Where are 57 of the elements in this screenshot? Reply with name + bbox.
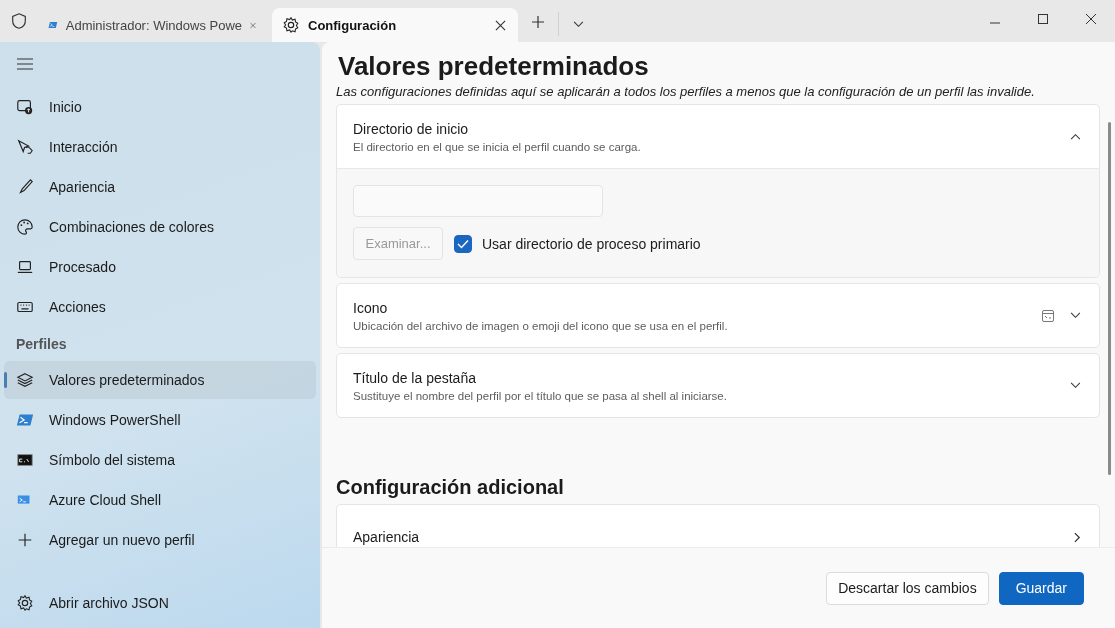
close-icon[interactable] <box>1086 14 1096 24</box>
setting-description: El directorio en el que se inicia el perfil cuando se carga. <box>353 140 642 153</box>
nav-item[interactable]: Interacción <box>4 128 316 166</box>
close-icon[interactable] <box>495 19 506 31</box>
monitor-arrow-icon <box>16 98 34 116</box>
expander-header[interactable]: Directorio de inicio El directorio en el que se inicia el perfil cuando se carga. <box>337 105 1099 168</box>
maximize-icon[interactable] <box>1038 14 1048 24</box>
tab-title: Configuración <box>308 17 398 33</box>
page-title: Valores predeterminados <box>338 50 650 82</box>
section-title: Configuración adicional <box>336 476 565 499</box>
checkmark-icon <box>457 238 469 249</box>
nav-item[interactable]: Valores predeterminados <box>4 361 316 399</box>
chevron-right-icon <box>1074 531 1081 543</box>
nav-item[interactable]: Agregar un nuevo perfil <box>4 521 316 559</box>
nav-item[interactable]: Azure Cloud Shell <box>4 481 316 519</box>
scrollbar[interactable] <box>1108 122 1111 475</box>
nav-item[interactable]: Símbolo del sistema <box>4 441 316 479</box>
checkbox[interactable] <box>454 234 472 253</box>
palette-icon <box>16 218 34 236</box>
menu-icon[interactable] <box>17 58 33 70</box>
settings-link[interactable]: Apariencia <box>336 504 1100 547</box>
brush-icon <box>16 178 34 196</box>
nav-item[interactable]: Abrir archivo JSON <box>4 584 316 622</box>
chevron-down-icon[interactable] <box>573 21 584 28</box>
chevron-down-icon[interactable] <box>1070 382 1081 389</box>
pointer-icon <box>16 138 34 156</box>
setting-title: Icono <box>353 299 389 316</box>
section-label: Perfiles <box>15 335 68 354</box>
tab[interactable]: Administrador: Windows Powe <box>38 8 268 42</box>
setting-title: Directorio de inicio <box>353 120 470 137</box>
setting-description: Sustituye el nombre del perfil por el título que se pasa al shell al iniciarse. <box>353 389 728 402</box>
nav-item[interactable]: Apariencia <box>4 168 316 206</box>
settings-icon <box>16 594 34 612</box>
chevron-up-icon[interactable] <box>1070 133 1081 140</box>
terminal-icon <box>16 451 34 469</box>
shield-icon[interactable] <box>10 12 28 30</box>
expander-header[interactable]: Título de la pestaña Sustituye el nombre del perfil por el título que se pasa al shell al iniciarse. <box>337 354 1099 417</box>
discard-button[interactable]: Descartar los cambios <box>826 571 989 605</box>
setting-description: Ubicación del archivo de imagen o emoji del icono que se usa en el perfil. <box>353 319 729 332</box>
nav-item[interactable]: Windows PowerShell <box>4 401 316 439</box>
tab-title: Administrador: Windows Powe <box>65 17 243 33</box>
expander-header[interactable]: Icono Ubicación del archivo de imagen o emoji del icono que se usa en el perfil. <box>337 284 1099 347</box>
tab[interactable]: Configuración <box>272 8 518 42</box>
laptop-icon <box>16 258 34 276</box>
plus-icon <box>16 531 34 549</box>
nav-item[interactable]: Procesado <box>4 248 316 286</box>
nav-item[interactable]: Combinaciones de colores <box>4 208 316 246</box>
nav-item[interactable]: Inicio <box>4 88 316 126</box>
checkbox-label: Usar directorio de proceso primario <box>482 235 701 252</box>
chevron-down-icon[interactable] <box>1070 312 1081 319</box>
page-description: Las configuraciones definidas aquí se aplicarán a todos los perfiles a menos que la configuración de un perfil las invalide. <box>336 84 1036 99</box>
nav-item[interactable]: Acciones <box>4 288 316 326</box>
save-button[interactable]: Guardar <box>998 571 1084 605</box>
layers-icon <box>16 371 34 389</box>
plus-icon[interactable] <box>532 16 544 28</box>
setting-title: Título de la pestaña <box>353 369 477 386</box>
settings-icon <box>282 16 300 34</box>
